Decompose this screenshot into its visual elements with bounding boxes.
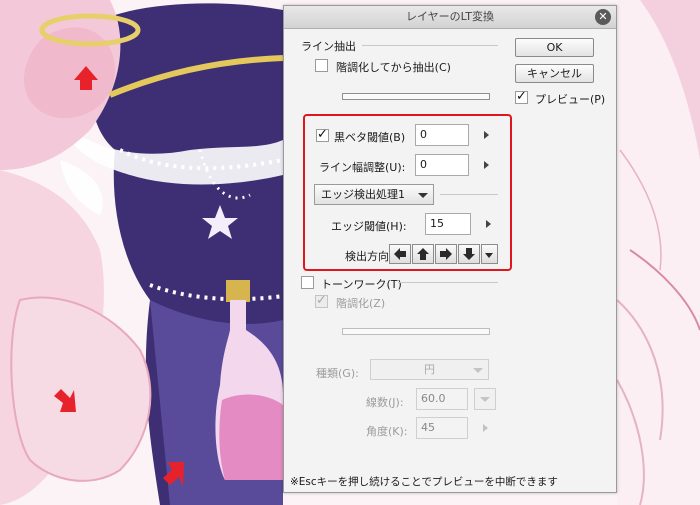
footer-note: ※Escキーを押し続けることでプレビューを中断できます xyxy=(290,476,558,488)
tone-gradation-label: 階調化(Z) xyxy=(336,297,386,310)
edge-threshold-slider-arrow[interactable] xyxy=(486,220,491,228)
edge-separator xyxy=(440,194,498,195)
direction-up-button[interactable] xyxy=(412,244,434,264)
direction-label: 検出方向 xyxy=(345,250,389,263)
arrow-down-icon xyxy=(463,248,475,260)
edge-threshold-input[interactable]: 15 xyxy=(425,213,471,235)
line-width-slider-arrow[interactable] xyxy=(484,161,489,169)
line-width-input[interactable]: 0 xyxy=(415,154,469,176)
preview-checkbox[interactable]: ✓ xyxy=(515,89,528,104)
tone-work-separator xyxy=(398,282,498,283)
lines-label: 線数(J): xyxy=(366,396,404,409)
gradation-extract-checkbox[interactable] xyxy=(315,59,328,72)
arrow-right-icon xyxy=(440,248,452,260)
type-label: 種類(G): xyxy=(316,367,359,380)
tone-gradation-checkbox[interactable]: ✓ xyxy=(315,293,328,308)
edge-process-selected: エッジ検出処理1 xyxy=(321,188,405,201)
edge-process-dropdown[interactable]: エッジ検出処理1 xyxy=(314,184,434,205)
angle-slider-arrow[interactable] xyxy=(483,424,488,432)
lines-dropdown-button[interactable] xyxy=(474,388,496,410)
line-width-label: ライン幅調整(U): xyxy=(319,161,406,174)
chevron-down-icon xyxy=(480,397,490,402)
checkmark-icon: ✓ xyxy=(317,127,328,142)
direction-down-button[interactable] xyxy=(458,244,480,264)
gradation-extract-label: 階調化してから抽出(C) xyxy=(336,61,451,74)
angle-label: 角度(K): xyxy=(366,425,408,438)
tone-work-checkbox[interactable] xyxy=(301,276,314,289)
ok-button[interactable]: OK xyxy=(515,38,594,57)
chevron-down-icon xyxy=(473,368,483,373)
black-threshold-checkbox[interactable]: ✓ xyxy=(316,127,329,142)
preview-label: プレビュー(P) xyxy=(535,93,606,106)
dialog-title: レイヤーのLT変換 xyxy=(405,10,494,23)
angle-input[interactable]: 45 xyxy=(416,417,468,439)
black-threshold-label: 黒ベタ閾値(B) xyxy=(334,131,406,144)
line-extract-separator xyxy=(362,45,498,46)
chevron-down-icon xyxy=(485,253,493,258)
lines-input[interactable]: 60.0 xyxy=(416,388,468,410)
cancel-button[interactable]: キャンセル xyxy=(515,64,594,83)
line-extract-slider[interactable] xyxy=(342,93,490,100)
arrow-up-icon xyxy=(417,248,429,260)
type-dropdown[interactable]: 円 xyxy=(370,359,489,380)
tone-work-header: トーンワーク(T) xyxy=(321,278,402,291)
arrow-left-icon xyxy=(394,248,406,260)
dialog-titlebar[interactable]: レイヤーのLT変換 xyxy=(284,6,616,29)
chevron-down-icon xyxy=(418,193,428,198)
direction-right-button[interactable] xyxy=(435,244,457,264)
checkmark-icon: ✓ xyxy=(316,293,327,308)
direction-left-button[interactable] xyxy=(389,244,411,264)
black-threshold-slider-arrow[interactable] xyxy=(484,131,489,139)
line-extract-header: ライン抽出 xyxy=(301,40,356,53)
checkmark-icon: ✓ xyxy=(516,89,527,104)
black-threshold-input[interactable]: 0 xyxy=(415,124,469,146)
edge-threshold-label: エッジ閾値(H): xyxy=(331,220,407,233)
tone-work-slider[interactable] xyxy=(342,328,490,335)
type-selected: 円 xyxy=(424,363,435,376)
close-icon[interactable]: ✕ xyxy=(595,9,611,25)
direction-dropdown-button[interactable] xyxy=(481,244,498,264)
